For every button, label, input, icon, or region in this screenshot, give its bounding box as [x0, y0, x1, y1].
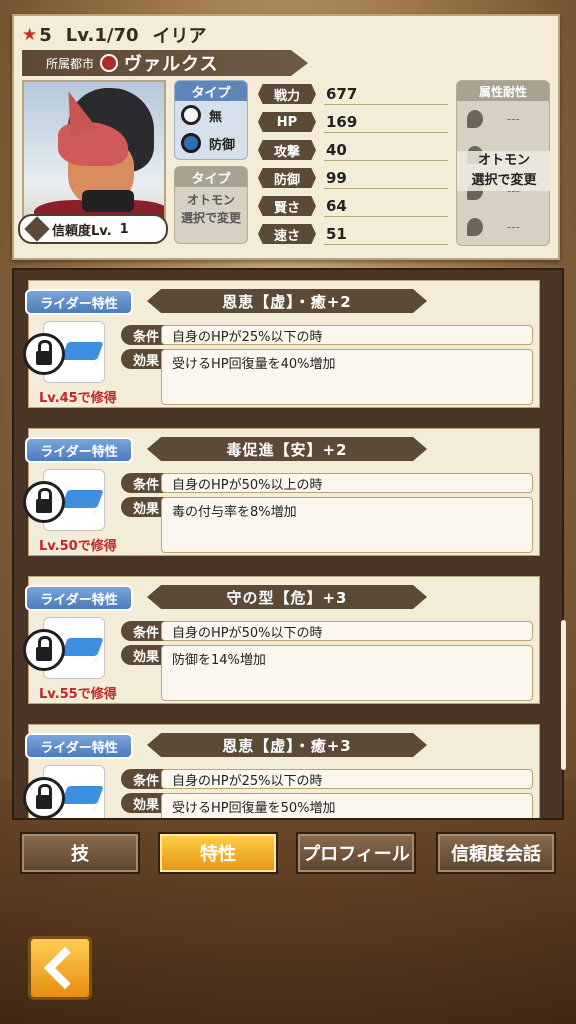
rarity-value: 5 [39, 24, 52, 46]
wing-icon [58, 336, 104, 368]
character-name: イリア [152, 26, 207, 47]
star-icon: ★ [22, 25, 38, 45]
city-name: ヴァルクス [124, 54, 219, 75]
type-column: タイプ 無 防御 タイプ オトモン 選択で変更 [174, 80, 248, 250]
trait-list[interactable]: ライダー特性 恩恵【虚】・癒+2 Lv.45で修得 条件 自身のHPが25%以下… [12, 268, 564, 820]
tab-trust-talk[interactable]: 信頼度会話 [436, 832, 556, 874]
type-row-defense: 防御 [175, 129, 247, 157]
stat-row: 賢さ 64 [258, 192, 448, 220]
lock-icon [23, 629, 65, 671]
stat-row: 防御 99 [258, 164, 448, 192]
stat-row: 戦力 677 [258, 80, 448, 108]
tab-traits[interactable]: 特性 [158, 832, 278, 874]
rider-trait-tag: ライダー特性 [25, 289, 133, 315]
trait-title: 恩恵【虚】・癒+2 [147, 289, 427, 313]
portrait-collar [82, 190, 134, 212]
trait-item[interactable]: ライダー特性 恩恵【虚】・癒+2 Lv.45で修得 条件 自身のHPが25%以下… [23, 280, 540, 408]
type-label: 無 [209, 109, 223, 125]
character-card: ★ 5 Lv.1/70 イリア 所属都市 ヴァルクス 信頼度Lv. 1 タイプ … [12, 14, 560, 260]
stat-value: 677 [326, 85, 358, 103]
trait-requirement: Lv.50で修得 [39, 539, 117, 554]
stat-label: 攻撃 [258, 140, 316, 160]
wing-icon [58, 484, 104, 516]
effect-text: 防御を14%増加 [161, 645, 533, 701]
lock-icon [23, 481, 65, 523]
stat-row: HP 169 [258, 108, 448, 136]
rider-trait-tag: ライダー特性 [25, 437, 133, 463]
effect-text: 受けるHP回復量を50%増加 [161, 793, 533, 818]
ice-icon [467, 218, 483, 236]
attribute-row: --- [457, 101, 549, 137]
stats-panel: 戦力 677 HP 169 攻撃 40 防御 99 賢さ 64 速さ 51 [258, 80, 448, 248]
attribute-resistance-panel: 属性耐性 --- --- --- --- オトモン 選択で変更 [456, 80, 551, 246]
condition-text: 自身のHPが50%以上の時 [161, 473, 533, 493]
stat-value: 64 [326, 197, 347, 215]
stat-value: 40 [326, 141, 347, 159]
tab-profile[interactable]: プロフィール [296, 832, 416, 874]
stat-label: 速さ [258, 224, 316, 244]
wing-icon [58, 780, 104, 812]
condition-text: 自身のHPが25%以下の時 [161, 325, 533, 345]
city-label: 所属都市 [46, 56, 95, 71]
stat-label: 防御 [258, 168, 316, 188]
trust-value: 1 [119, 221, 129, 237]
trait-item[interactable]: ライダー特性 恩恵【虚】・癒+3 条件 自身のHPが25%以下の時 効果 受ける… [23, 724, 540, 818]
trait-title: 恩恵【虚】・癒+3 [147, 733, 427, 757]
level-text: Lv.1/70 [65, 24, 139, 46]
attribute-note: オトモン 選択で変更 [457, 151, 551, 191]
trust-icon [24, 216, 50, 242]
stat-value: 99 [326, 169, 347, 187]
stat-label: 賢さ [258, 196, 316, 216]
wing-icon [58, 632, 104, 664]
tab-skills[interactable]: 技 [20, 832, 140, 874]
attribute-title: 属性耐性 [457, 81, 549, 101]
type-label: 防御 [209, 137, 236, 153]
neutral-icon [181, 105, 201, 125]
type-row-neutral: 無 [175, 101, 247, 129]
trait-title: 守の型【危】+3 [147, 585, 427, 609]
trait-item[interactable]: ライダー特性 毒促進【安】+2 Lv.50で修得 条件 自身のHPが50%以上の… [23, 428, 540, 556]
otomon-type-title: タイプ [175, 167, 247, 187]
defense-icon [181, 133, 201, 153]
trait-title: 毒促進【安】+2 [147, 437, 427, 461]
back-button[interactable] [28, 936, 92, 1000]
fire-icon [467, 110, 483, 128]
attribute-row: --- [457, 209, 549, 245]
type-title: タイプ [175, 81, 247, 101]
condition-text: 自身のHPが25%以下の時 [161, 769, 533, 789]
trust-level-badge: 信頼度Lv. 1 [18, 214, 168, 244]
stat-row: 速さ 51 [258, 220, 448, 248]
attribute-value: --- [507, 220, 520, 234]
back-arrow-icon [43, 946, 87, 990]
effect-text: 毒の付与率を8%増加 [161, 497, 533, 553]
otomon-type-note: オトモン 選択で変更 [180, 193, 241, 225]
attribute-value: --- [507, 112, 520, 126]
list-scrollbar[interactable] [561, 620, 566, 770]
rider-trait-tag: ライダー特性 [25, 733, 133, 759]
rider-trait-tag: ライダー特性 [25, 585, 133, 611]
city-emblem-icon [100, 54, 119, 72]
stat-value: 169 [326, 113, 358, 131]
trait-requirement: Lv.45で修得 [39, 391, 117, 406]
lock-icon [23, 777, 65, 818]
stat-label: 戦力 [258, 84, 316, 104]
effect-text: 受けるHP回復量を40%増加 [161, 349, 533, 405]
trust-label: 信頼度Lv. [52, 223, 112, 239]
trait-item[interactable]: ライダー特性 守の型【危】+3 Lv.55で修得 条件 自身のHPが50%以下の… [23, 576, 540, 704]
lock-icon [23, 333, 65, 375]
character-portrait [22, 80, 166, 230]
stat-label: HP [258, 112, 316, 132]
stat-row: 攻撃 40 [258, 136, 448, 164]
stat-value: 51 [326, 225, 347, 243]
character-header: ★ 5 Lv.1/70 イリア [22, 22, 207, 48]
type-panel: タイプ 無 防御 [174, 80, 248, 160]
otomon-type-panel: タイプ オトモン 選択で変更 [174, 166, 248, 244]
city-banner: 所属都市 ヴァルクス [22, 50, 308, 76]
condition-text: 自身のHPが50%以下の時 [161, 621, 533, 641]
trait-requirement: Lv.55で修得 [39, 687, 117, 702]
